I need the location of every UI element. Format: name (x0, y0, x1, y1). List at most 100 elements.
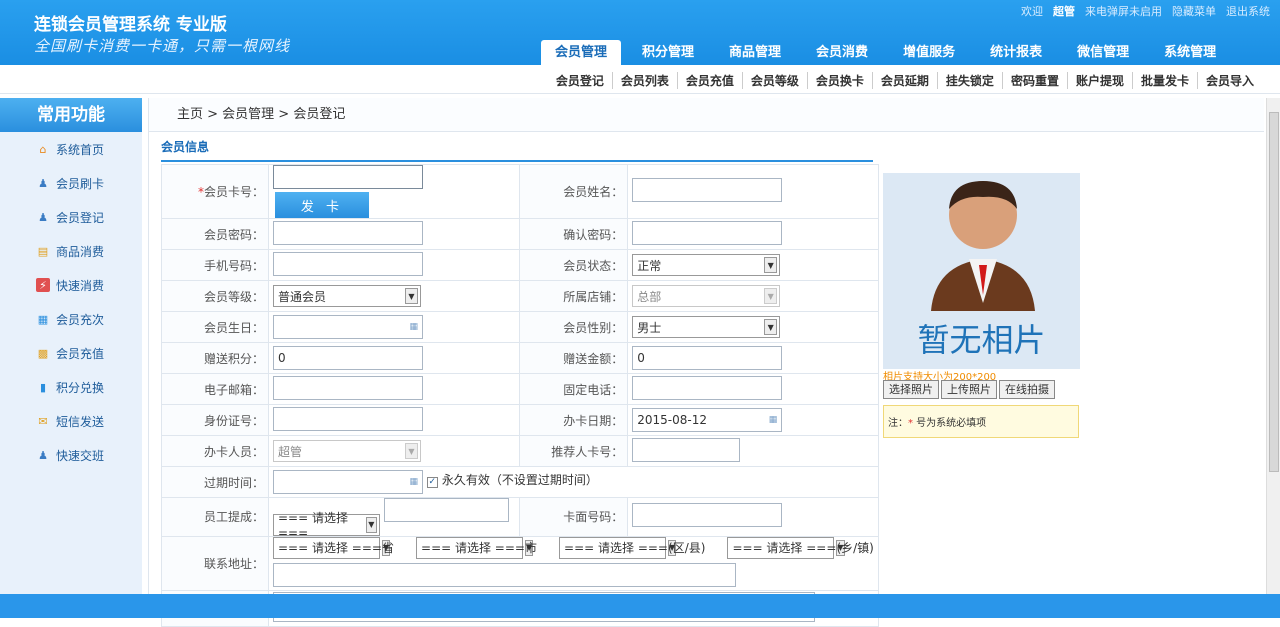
calendar-icon[interactable]: ▦ (769, 415, 778, 425)
sidebar-item-label: 积分兑换 (56, 380, 105, 395)
subnav-item[interactable]: 会员延期 (871, 72, 937, 89)
email-input[interactable] (273, 375, 423, 400)
id-input[interactable] (273, 406, 423, 431)
sidebar-item-points-exchange[interactable]: ▮ 积分兑换 (0, 370, 142, 404)
sidebar-item-register[interactable]: ♟ 会员登记 (0, 200, 142, 234)
scrollbar[interactable] (1266, 98, 1280, 594)
status-select[interactable]: 正常 ▼ (632, 254, 781, 276)
sidebar-item-home[interactable]: ⌂ 系统首页 (0, 132, 142, 166)
table-row: 会员密码： 确认密码： (161, 218, 879, 250)
town-select[interactable]: === 请选择 === ▼ (727, 536, 845, 559)
sidebar-item-swipe[interactable]: ♟ 会员刷卡 (0, 166, 142, 200)
subnav-item[interactable]: 会员充值 (676, 72, 742, 89)
subnav-item[interactable]: 批量发卡 (1131, 72, 1197, 89)
card-no-label: 会员卡号： (203, 185, 264, 199)
commission-input[interactable] (383, 498, 509, 522)
name-input[interactable] (632, 178, 783, 202)
chevron-down-icon: ▼ (764, 257, 778, 273)
member-photo: 暂无相片 (883, 173, 1080, 369)
address-input[interactable] (273, 562, 736, 587)
tab-points-management[interactable]: 积分管理 (628, 40, 708, 65)
province-select[interactable]: === 请选择 === ▼ (273, 536, 391, 559)
card-no-input[interactable] (273, 165, 423, 189)
subnav-item[interactable]: 会员列表 (611, 72, 677, 89)
staff-label: 办卡人员： (161, 435, 269, 467)
tab-value-added[interactable]: 增值服务 (889, 40, 969, 65)
subnav-item[interactable]: 会员等级 (741, 72, 807, 89)
cardface-input[interactable] (632, 503, 783, 528)
sub-nav: 会员登记 会员列表 会员充值 会员等级 会员换卡 会员延期 挂失锁定 密码重置 … (0, 65, 1280, 94)
table-row: 办卡人员： 超管 ▼ 推荐人卡号： (161, 435, 879, 467)
city-select[interactable]: === 请选择 === ▼ (416, 536, 534, 559)
name-label: 会员姓名： (518, 164, 629, 219)
chevron-down-icon: ▼ (365, 516, 377, 533)
tab-wechat[interactable]: 微信管理 (1063, 40, 1143, 65)
calendar-icon[interactable]: ▦ (409, 322, 418, 332)
district-select[interactable]: === 请选择 === ▼ (559, 536, 677, 559)
choose-photo-button[interactable]: 选择照片 (883, 380, 939, 399)
address-label: 联系地址： (161, 535, 269, 591)
chevron-down-icon: ▼ (405, 443, 418, 459)
sidebar-item-recharge-count[interactable]: ▦ 会员充次 (0, 302, 142, 336)
subnav-item[interactable]: 会员导入 (1196, 72, 1262, 89)
calendar-icon[interactable]: ▦ (409, 477, 418, 487)
sidebar-item-product-consume[interactable]: ▤ 商品消费 (0, 234, 142, 268)
amount-input[interactable]: 0 (632, 346, 783, 370)
table-row: 会员等级： 普通会员 ▼ 所属店铺： 总部 ▼ (161, 280, 879, 312)
subnav-item[interactable]: 挂失锁定 (936, 72, 1002, 89)
subnav-item[interactable]: 账户提现 (1066, 72, 1132, 89)
subnav-item[interactable]: 会员换卡 (806, 72, 872, 89)
sidebar-item-sms[interactable]: ✉ 短信发送 (0, 404, 142, 438)
tel-input[interactable] (632, 375, 783, 400)
phone-input[interactable] (273, 251, 423, 276)
points-input[interactable]: 0 (273, 346, 423, 370)
confirm-password-input[interactable] (632, 220, 783, 245)
birthday-input[interactable]: ▦ (273, 315, 423, 339)
permanent-checkbox[interactable]: ✓ (426, 476, 438, 488)
commission-label: 员工提成： (161, 497, 269, 537)
confirm-password-label: 确认密码： (518, 218, 629, 250)
sidebar-title: 常用功能 (0, 98, 142, 132)
email-label: 电子邮箱： (161, 373, 269, 405)
phone-label: 手机号码： (161, 249, 269, 281)
section-title: 会员信息 (161, 138, 873, 162)
tab-product-management[interactable]: 商品管理 (715, 40, 795, 65)
hide-menu-link[interactable]: 隐藏菜单 (1172, 3, 1216, 19)
birthday-label: 会员生日： (161, 311, 269, 343)
tab-member-consumption[interactable]: 会员消费 (802, 40, 882, 65)
table-row: 过期时间： ▦ ✓ 永久有效（不设置过期时间） (161, 466, 879, 498)
commission-select[interactable]: === 请选择 === ▼ (273, 511, 380, 540)
referrer-label: 推荐人卡号： (518, 435, 629, 467)
password-input[interactable] (273, 220, 423, 245)
user-name[interactable]: 超管 (1053, 3, 1075, 19)
store-select: 总部 ▼ (632, 285, 781, 307)
tel-label: 固定电话： (518, 373, 629, 405)
sidebar-item-label: 会员充值 (56, 346, 105, 361)
avatar-icon (931, 181, 1035, 311)
tab-statistics[interactable]: 统计报表 (976, 40, 1056, 65)
breadcrumb: 主页 > 会员管理 > 会员登记 (149, 98, 1264, 132)
level-select[interactable]: 普通会员 ▼ (273, 285, 421, 307)
issue-card-button[interactable]: 发 卡 (275, 192, 369, 218)
subnav-item[interactable]: 密码重置 (1001, 72, 1067, 89)
expire-input[interactable]: ▦ (273, 470, 423, 494)
date-input[interactable]: 2015-08-12 ▦ (632, 408, 783, 432)
status-label: 会员状态： (518, 249, 629, 281)
capture-photo-button[interactable]: 在线拍摄 (999, 380, 1055, 399)
sidebar-item-handover[interactable]: ♟ 快速交班 (0, 438, 142, 472)
gender-select[interactable]: 男士 ▼ (632, 316, 781, 338)
scrollbar-thumb[interactable] (1269, 112, 1279, 472)
app-title: 连锁会员管理系统 专业版 (34, 15, 227, 35)
tab-member-management[interactable]: 会员管理 (541, 40, 622, 65)
sidebar-item-recharge[interactable]: ▩ 会员充值 (0, 336, 142, 370)
expire-label: 过期时间： (161, 466, 269, 498)
referrer-input[interactable] (632, 437, 741, 462)
subnav-item[interactable]: 会员登记 (548, 72, 612, 89)
recharge-icon: ▩ (37, 346, 49, 360)
level-label: 会员等级： (161, 280, 269, 312)
sidebar-item-quick-consume[interactable]: ⚡ 快速消费 (0, 268, 142, 302)
tab-system[interactable]: 系统管理 (1150, 40, 1230, 65)
popup-status-link[interactable]: 来电弹屏未启用 (1085, 3, 1162, 19)
upload-photo-button[interactable]: 上传照片 (941, 380, 997, 399)
logout-link[interactable]: 退出系统 (1226, 3, 1270, 19)
